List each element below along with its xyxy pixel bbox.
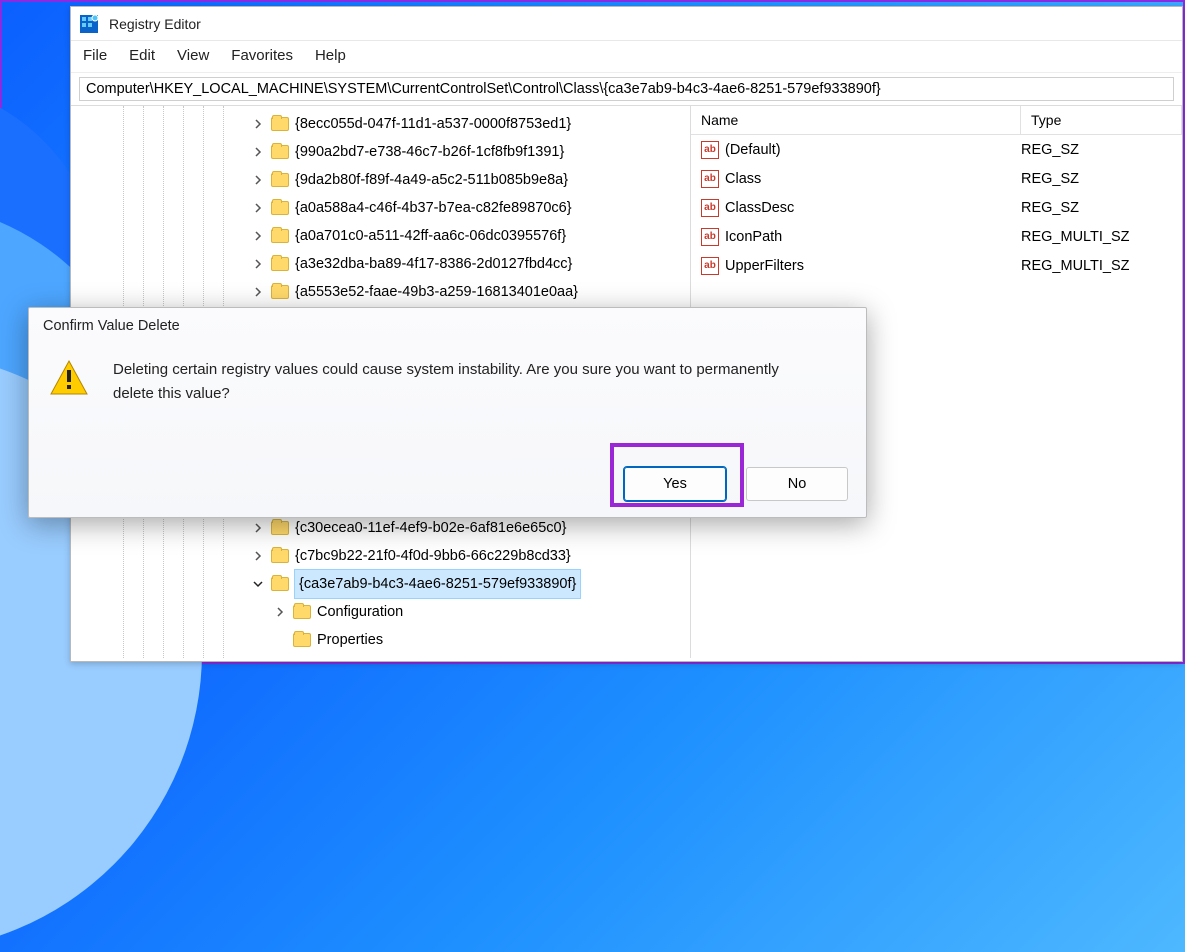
- confirm-delete-dialog: Confirm Value Delete Deleting certain re…: [28, 307, 867, 518]
- string-value-icon: [701, 170, 719, 188]
- menu-file[interactable]: File: [83, 47, 107, 64]
- value-row[interactable]: (Default)REG_SZ: [691, 135, 1182, 164]
- tree-item-label: {cdcf0939-b75b-4630-bf76-80f7ba655884}: [295, 654, 568, 658]
- dialog-title: Confirm Value Delete: [29, 308, 866, 340]
- tree-item-label: {a5553e52-faae-49b3-a259-16813401e0aa}: [295, 278, 578, 306]
- tree-item[interactable]: {c30ecea0-11ef-4ef9-b02e-6af81e6e65c0}: [111, 514, 690, 542]
- tree-item-label: {990a2bd7-e738-46c7-b26f-1cf8fb9f1391}: [295, 138, 564, 166]
- chevron-right-icon[interactable]: [251, 229, 265, 243]
- string-value-icon: [701, 228, 719, 246]
- tree-item[interactable]: {c7bc9b22-21f0-4f0d-9bb6-66c229b8cd33}: [111, 542, 690, 570]
- folder-icon: [271, 173, 289, 187]
- tree-item[interactable]: {a3e32dba-ba89-4f17-8386-2d0127fbd4cc}: [111, 250, 690, 278]
- tree-item[interactable]: {990a2bd7-e738-46c7-b26f-1cf8fb9f1391}: [111, 138, 690, 166]
- address-input[interactable]: [79, 77, 1174, 101]
- value-type: REG_MULTI_SZ: [1021, 229, 1130, 245]
- chevron-down-icon[interactable]: [251, 577, 265, 591]
- value-row[interactable]: IconPathREG_MULTI_SZ: [691, 222, 1182, 251]
- folder-icon: [293, 605, 311, 619]
- menu-favorites[interactable]: Favorites: [231, 47, 293, 64]
- menu-edit[interactable]: Edit: [129, 47, 155, 64]
- tree-item[interactable]: {a0a701c0-a511-42ff-aa6c-06dc0395576f}: [111, 222, 690, 250]
- list-body: (Default)REG_SZClassREG_SZClassDescREG_S…: [691, 135, 1182, 280]
- warning-icon: [49, 358, 89, 398]
- dialog-buttons: Yes No: [624, 467, 848, 501]
- tree-item[interactable]: {9da2b80f-f89f-4a49-a5c2-511b085b9e8a}: [111, 166, 690, 194]
- value-row[interactable]: UpperFiltersREG_MULTI_SZ: [691, 251, 1182, 280]
- string-value-icon: [701, 199, 719, 217]
- menu-help[interactable]: Help: [315, 47, 346, 64]
- value-type: REG_SZ: [1021, 171, 1079, 187]
- chevron-right-icon[interactable]: [251, 173, 265, 187]
- tree-item-label: {c7bc9b22-21f0-4f0d-9bb6-66c229b8cd33}: [295, 542, 571, 570]
- tree-item[interactable]: Configuration: [111, 598, 690, 626]
- tree-item-label: {a0a588a4-c46f-4b37-b7ea-c82fe89870c6}: [295, 194, 572, 222]
- col-type-header[interactable]: Type: [1021, 106, 1182, 134]
- folder-icon: [293, 633, 311, 647]
- value-name: Class: [725, 171, 1021, 187]
- list-header[interactable]: Name Type: [691, 106, 1182, 135]
- tree-item-label: {c30ecea0-11ef-4ef9-b02e-6af81e6e65c0}: [295, 514, 566, 542]
- tree-item[interactable]: {ca3e7ab9-b4c3-4ae6-8251-579ef933890f}: [111, 570, 690, 598]
- value-type: REG_SZ: [1021, 142, 1079, 158]
- dialog-text: Deleting certain registry values could c…: [113, 358, 813, 406]
- menu-view[interactable]: View: [177, 47, 209, 64]
- no-button[interactable]: No: [746, 467, 848, 501]
- regedit-icon: [79, 14, 99, 34]
- window-title: Registry Editor: [109, 16, 201, 32]
- tree-item[interactable]: {a0a588a4-c46f-4b37-b7ea-c82fe89870c6}: [111, 194, 690, 222]
- folder-icon: [271, 229, 289, 243]
- folder-icon: [271, 257, 289, 271]
- folder-icon: [271, 145, 289, 159]
- tree-item[interactable]: {a5553e52-faae-49b3-a259-16813401e0aa}: [111, 278, 690, 306]
- folder-icon: [271, 117, 289, 131]
- tree-item[interactable]: {cdcf0939-b75b-4630-bf76-80f7ba655884}: [111, 654, 690, 658]
- col-name-header[interactable]: Name: [691, 106, 1021, 134]
- tree-item-label: {a3e32dba-ba89-4f17-8386-2d0127fbd4cc}: [295, 250, 572, 278]
- value-type: REG_SZ: [1021, 200, 1079, 216]
- tree-item-label: Properties: [317, 626, 383, 654]
- value-name: (Default): [725, 142, 1021, 158]
- chevron-right-icon[interactable]: [273, 605, 287, 619]
- folder-icon: [271, 549, 289, 563]
- chevron-right-icon[interactable]: [251, 257, 265, 271]
- chevron-right-icon[interactable]: [251, 285, 265, 299]
- value-name: ClassDesc: [725, 200, 1021, 216]
- menubar: File Edit View Favorites Help: [71, 41, 1182, 73]
- chevron-right-icon[interactable]: [251, 117, 265, 131]
- tree-item-label: Configuration: [317, 598, 403, 626]
- folder-icon: [271, 285, 289, 299]
- value-row[interactable]: ClassDescREG_SZ: [691, 193, 1182, 222]
- tree-item[interactable]: {8ecc055d-047f-11d1-a537-0000f8753ed1}: [111, 110, 690, 138]
- chevron-right-icon[interactable]: [273, 633, 287, 647]
- chevron-right-icon[interactable]: [251, 145, 265, 159]
- string-value-icon: [701, 141, 719, 159]
- tree-item-label: {a0a701c0-a511-42ff-aa6c-06dc0395576f}: [295, 222, 566, 250]
- tree-item-label: {8ecc055d-047f-11d1-a537-0000f8753ed1}: [295, 110, 571, 138]
- chevron-right-icon[interactable]: [251, 201, 265, 215]
- value-name: UpperFilters: [725, 258, 1021, 274]
- chevron-right-icon[interactable]: [251, 521, 265, 535]
- tree-item-label: {9da2b80f-f89f-4a49-a5c2-511b085b9e8a}: [295, 166, 568, 194]
- tree-item-label: {ca3e7ab9-b4c3-4ae6-8251-579ef933890f}: [295, 570, 580, 598]
- string-value-icon: [701, 257, 719, 275]
- value-type: REG_MULTI_SZ: [1021, 258, 1130, 274]
- folder-icon: [271, 521, 289, 535]
- folder-icon: [271, 577, 289, 591]
- folder-icon: [271, 201, 289, 215]
- titlebar[interactable]: Registry Editor: [71, 7, 1182, 41]
- value-row[interactable]: ClassREG_SZ: [691, 164, 1182, 193]
- addressbar: [71, 73, 1182, 106]
- yes-button[interactable]: Yes: [624, 467, 726, 501]
- value-name: IconPath: [725, 229, 1021, 245]
- tree-item[interactable]: Properties: [111, 626, 690, 654]
- chevron-right-icon[interactable]: [251, 549, 265, 563]
